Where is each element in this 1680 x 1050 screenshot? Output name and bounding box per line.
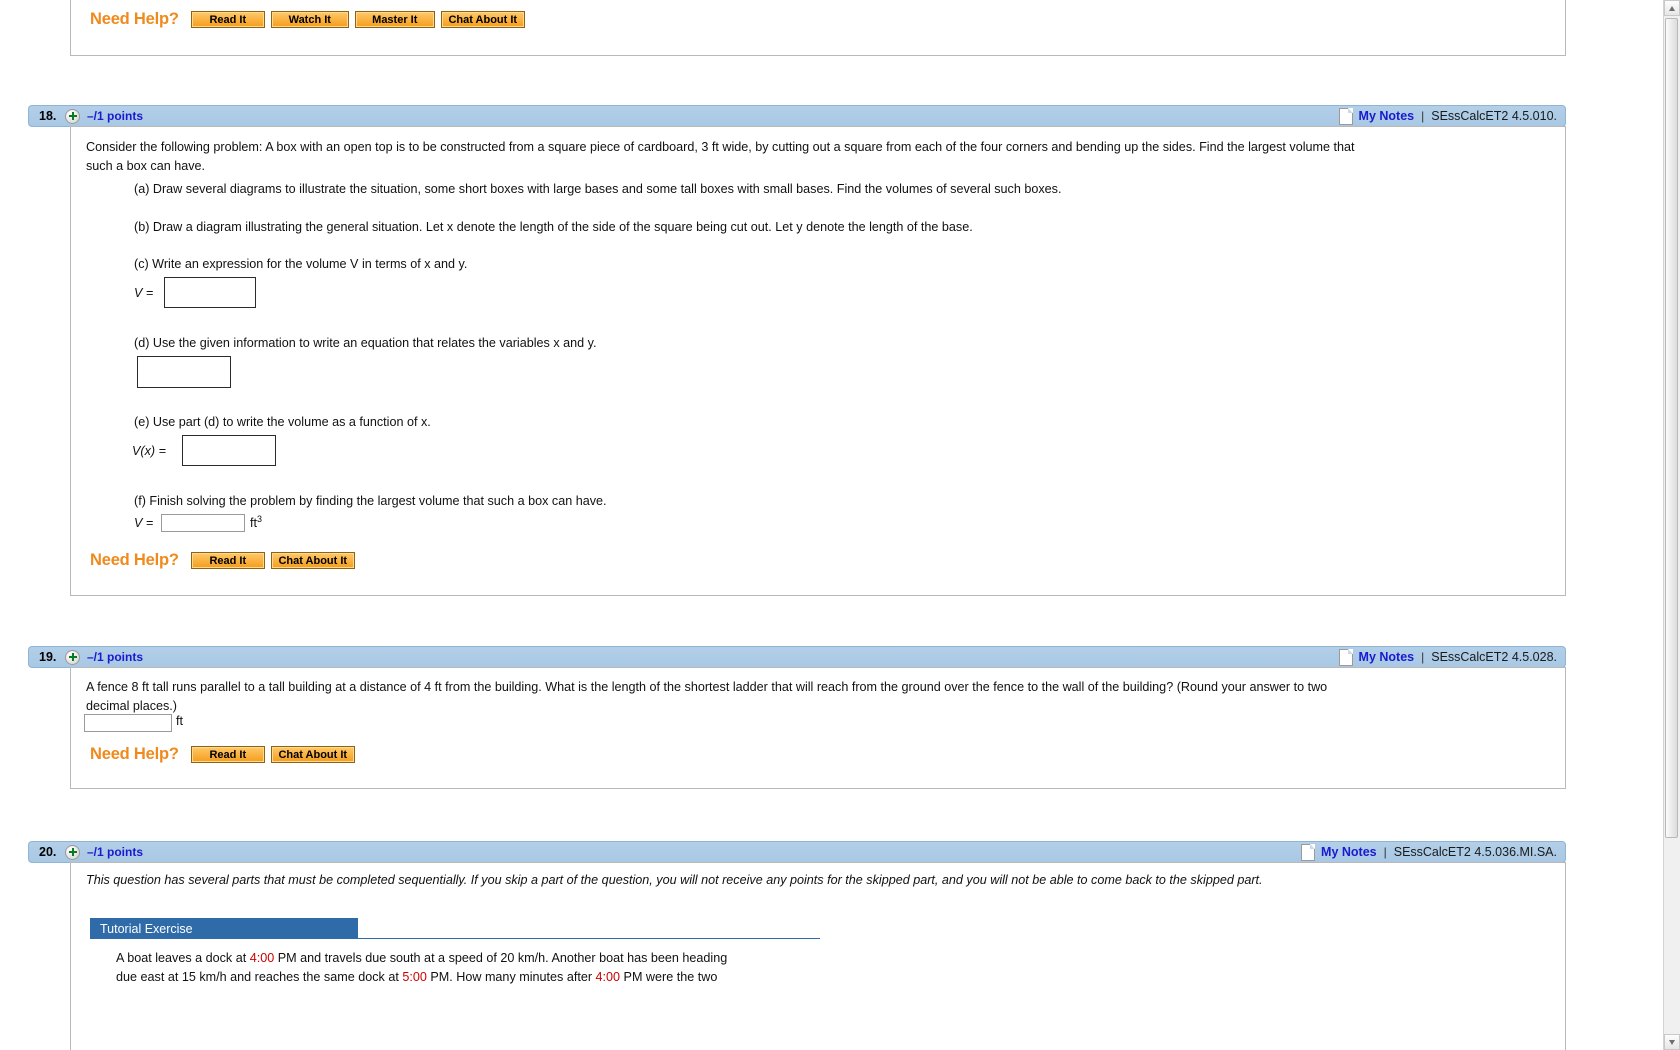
question-header-right-20: My Notes | SEssCalcET2 4.5.036.MI.SA. — [1301, 843, 1557, 861]
tutorial-line-2-pre: due east at 15 km/h and reaches the same… — [116, 970, 403, 984]
header-separator: | — [1421, 650, 1425, 664]
question-code-19: SEssCalcET2 4.5.028. — [1431, 650, 1557, 664]
tutorial-line-2-mid: PM. How many minutes after — [426, 970, 596, 984]
tutorial-rule — [358, 938, 820, 939]
part-c-input[interactable] — [164, 277, 256, 308]
tutorial-line-2-post: PM were the two — [620, 970, 718, 984]
points-label-20: –/1 points — [87, 845, 144, 859]
master-it-button[interactable]: Master It — [354, 11, 435, 28]
question-header-19[interactable]: 19. –/1 points My Notes | SEssCalcET2 4.… — [28, 646, 1566, 668]
chat-about-it-button-18[interactable]: Chat About It — [270, 552, 355, 569]
unit-exponent: 3 — [257, 514, 263, 524]
part-c-text: (c) Write an expression for the volume V… — [134, 257, 468, 271]
needhelp-label-18: Need Help? — [90, 551, 179, 569]
needhelp-label: Need Help? — [90, 10, 179, 28]
notes-icon[interactable] — [1301, 843, 1316, 861]
scrollbar-thumb[interactable] — [1665, 18, 1678, 838]
header-separator: | — [1383, 845, 1387, 859]
part-f-unit: ft3 — [250, 514, 262, 530]
part-d-input[interactable] — [137, 356, 231, 388]
needhelp-row-top: Need Help? Read It Watch It Master It Ch… — [90, 10, 531, 29]
needhelp-label-19: Need Help? — [90, 745, 179, 763]
scroll-up-arrow-icon[interactable] — [1664, 0, 1680, 16]
points-label-19: –/1 points — [87, 650, 144, 664]
my-notes-link-18[interactable]: My Notes — [1359, 109, 1415, 123]
part-f-text: (f) Finish solving the problem by findin… — [134, 494, 607, 508]
part-c-label: V = — [134, 286, 154, 300]
tutorial-time-400-a: 4:00 — [249, 951, 275, 965]
question-number-18: 18. — [39, 109, 57, 123]
question-header-18[interactable]: 18. –/1 points My Notes | SEssCalcET2 4.… — [28, 105, 1566, 127]
read-it-button[interactable]: Read It — [190, 11, 265, 28]
part-b-text: (b) Draw a diagram illustrating the gene… — [134, 220, 973, 234]
question-box-18 — [70, 126, 1566, 596]
question-code-20: SEssCalcET2 4.5.036.MI.SA. — [1393, 845, 1557, 859]
vertical-scrollbar[interactable] — [1663, 0, 1680, 1050]
sequential-parts-notice: This question has several parts that mus… — [86, 873, 1263, 887]
part-e-label: V(x) = — [132, 444, 166, 458]
tutorial-time-500: 5:00 — [402, 970, 427, 984]
question-code-18: SEssCalcET2 4.5.010. — [1431, 109, 1557, 123]
stem-line-2: such a box can have. — [86, 159, 206, 173]
watch-it-button[interactable]: Watch It — [270, 11, 349, 28]
unit-label: ft — [250, 516, 257, 531]
question-number-20: 20. — [39, 845, 57, 859]
page-root: Need Help? Read It Watch It Master It Ch… — [0, 0, 1680, 1050]
question-header-right-18: My Notes | SEssCalcET2 4.5.010. — [1338, 107, 1557, 125]
tutorial-line-1-pre: A boat leaves a dock at — [116, 951, 250, 965]
part-f-label: V = — [134, 516, 154, 530]
part-a-text: (a) Draw several diagrams to illustrate … — [134, 182, 1062, 196]
expand-icon[interactable] — [65, 108, 80, 124]
points-label-18: –/1 points — [87, 109, 144, 123]
notes-icon[interactable] — [1338, 648, 1353, 666]
chat-about-it-button-19[interactable]: Chat About It — [270, 746, 355, 763]
part-e-input[interactable] — [182, 435, 276, 466]
read-it-button-19[interactable]: Read It — [190, 746, 265, 763]
question-number-19: 19. — [39, 650, 57, 664]
header-separator: | — [1421, 109, 1425, 123]
needhelp-row-18: Need Help? Read It Chat About It — [90, 551, 361, 570]
part-f-input[interactable] — [161, 514, 245, 532]
question-19-answer-input[interactable] — [84, 714, 172, 732]
chat-about-it-button[interactable]: Chat About It — [440, 11, 525, 28]
tutorial-line-1: A boat leaves a dock at 4:00 PM and trav… — [116, 951, 727, 965]
stem-line-1: A fence 8 ft tall runs parallel to a tal… — [86, 680, 1328, 694]
notes-icon[interactable] — [1338, 107, 1353, 125]
my-notes-link-19[interactable]: My Notes — [1359, 650, 1415, 664]
read-it-button-18[interactable]: Read It — [190, 552, 265, 569]
expand-icon[interactable] — [65, 844, 80, 860]
stem-line-2: decimal places.) — [86, 699, 177, 713]
stem-line-1: Consider the following problem: A box wi… — [86, 140, 1355, 154]
assignment-content: Need Help? Read It Watch It Master It Ch… — [0, 0, 1664, 1050]
question-19-unit: ft — [176, 714, 183, 728]
needhelp-row-19: Need Help? Read It Chat About It — [90, 745, 361, 764]
expand-icon[interactable] — [65, 649, 80, 665]
tutorial-time-400-b: 4:00 — [595, 970, 621, 984]
question-header-right-19: My Notes | SEssCalcET2 4.5.028. — [1338, 648, 1557, 666]
part-e-text: (e) Use part (d) to write the volume as … — [134, 415, 431, 429]
scroll-down-arrow-icon[interactable] — [1664, 1034, 1680, 1050]
my-notes-link-20[interactable]: My Notes — [1321, 845, 1377, 859]
tutorial-line-2: due east at 15 km/h and reaches the same… — [116, 970, 717, 984]
tutorial-line-1-post: PM and travels due south at a speed of 2… — [274, 951, 728, 965]
part-d-text: (d) Use the given information to write a… — [134, 336, 597, 350]
question-header-20[interactable]: 20. –/1 points My Notes | SEssCalcET2 4.… — [28, 841, 1566, 863]
tutorial-exercise-tab: Tutorial Exercise — [90, 918, 358, 939]
